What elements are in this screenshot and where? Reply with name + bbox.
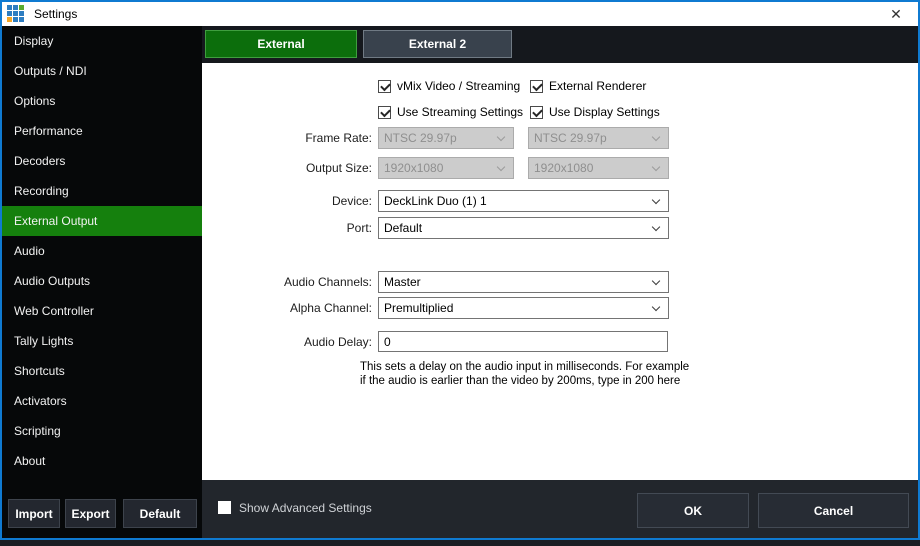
frame-rate-select-1: NTSC 29.97p <box>378 127 514 149</box>
checkbox-label: Use Display Settings <box>549 105 660 119</box>
checkbox-icon[interactable] <box>530 106 543 119</box>
port-select[interactable]: Default <box>378 217 669 239</box>
footer-bar: Show Advanced Settings OK Cancel <box>202 480 918 538</box>
sidebar-item-activators[interactable]: Activators <box>2 386 202 416</box>
checkbox-icon[interactable] <box>378 106 391 119</box>
frame-rate-label: Frame Rate: <box>202 127 372 149</box>
chevron-down-icon <box>652 133 660 141</box>
device-select[interactable]: DeckLink Duo (1) 1 <box>378 190 669 212</box>
sidebar-item-options[interactable]: Options <box>2 86 202 116</box>
checkbox-label: vMix Video / Streaming <box>397 79 520 93</box>
main-panel: External External 2 vMix Video / Streami… <box>202 26 918 538</box>
sidebar-item-recording[interactable]: Recording <box>2 176 202 206</box>
sidebar-item-web-controller[interactable]: Web Controller <box>2 296 202 326</box>
alpha-channel-label: Alpha Channel: <box>202 297 372 319</box>
frame-rate-select-2: NTSC 29.97p <box>528 127 669 149</box>
checkbox-label: Use Streaming Settings <box>397 105 523 119</box>
sidebar-item-scripting[interactable]: Scripting <box>2 416 202 446</box>
checkbox-vmix-video-streaming[interactable]: vMix Video / Streaming <box>378 79 520 93</box>
checkbox-icon[interactable] <box>530 80 543 93</box>
sidebar: Display Outputs / NDI Options Performanc… <box>2 26 202 538</box>
chevron-down-icon <box>652 303 660 311</box>
sidebar-item-performance[interactable]: Performance <box>2 116 202 146</box>
tab-external-2[interactable]: External 2 <box>363 30 512 58</box>
sidebar-buttons: Import Export Default <box>2 499 202 529</box>
chevron-down-icon <box>652 223 660 231</box>
chevron-down-icon <box>652 277 660 285</box>
audio-channels-label: Audio Channels: <box>202 271 372 293</box>
show-advanced-checkbox-icon[interactable] <box>218 501 231 514</box>
ok-button[interactable]: OK <box>637 493 749 528</box>
audio-delay-help-text: This sets a delay on the audio input in … <box>360 360 692 388</box>
sidebar-item-tally-lights[interactable]: Tally Lights <box>2 326 202 356</box>
device-value: DeckLink Duo (1) 1 <box>384 194 487 208</box>
checkbox-use-streaming-settings[interactable]: Use Streaming Settings <box>378 105 523 119</box>
checkbox-external-renderer[interactable]: External Renderer <box>530 79 646 93</box>
tab-strip: External External 2 <box>202 26 918 63</box>
show-advanced-label: Show Advanced Settings <box>239 501 372 515</box>
audio-delay-input[interactable] <box>378 331 668 352</box>
output-size-label: Output Size: <box>202 157 372 179</box>
frame-rate-value-2: NTSC 29.97p <box>534 131 607 145</box>
sidebar-item-audio-outputs[interactable]: Audio Outputs <box>2 266 202 296</box>
vmix-logo-icon <box>7 5 26 24</box>
checkbox-label: External Renderer <box>549 79 646 93</box>
tab-external[interactable]: External <box>205 30 357 58</box>
output-size-select-2: 1920x1080 <box>528 157 669 179</box>
window-title: Settings <box>34 7 77 21</box>
sidebar-item-shortcuts[interactable]: Shortcuts <box>2 356 202 386</box>
checkbox-use-display-settings[interactable]: Use Display Settings <box>530 105 660 119</box>
sidebar-item-decoders[interactable]: Decoders <box>2 146 202 176</box>
sidebar-item-outputs-ndi[interactable]: Outputs / NDI <box>2 56 202 86</box>
settings-window: Settings ✕ Display Outputs / NDI Options… <box>0 0 920 540</box>
sidebar-item-about[interactable]: About <box>2 446 202 476</box>
port-value: Default <box>384 221 422 235</box>
output-size-select-1: 1920x1080 <box>378 157 514 179</box>
cancel-button[interactable]: Cancel <box>758 493 909 528</box>
output-size-value-1: 1920x1080 <box>384 161 443 175</box>
audio-delay-label: Audio Delay: <box>202 331 372 353</box>
import-button[interactable]: Import <box>8 499 60 528</box>
sidebar-item-external-output[interactable]: External Output <box>2 206 202 236</box>
chevron-down-icon <box>652 163 660 171</box>
audio-channels-value: Master <box>384 275 421 289</box>
port-label: Port: <box>202 217 372 239</box>
titlebar: Settings ✕ <box>2 2 918 26</box>
external-output-settings: vMix Video / Streaming External Renderer… <box>202 63 918 480</box>
frame-rate-value-1: NTSC 29.97p <box>384 131 457 145</box>
alpha-channel-select[interactable]: Premultiplied <box>378 297 669 319</box>
chevron-down-icon <box>652 196 660 204</box>
device-label: Device: <box>202 190 372 212</box>
checkbox-icon[interactable] <box>378 80 391 93</box>
output-size-value-2: 1920x1080 <box>534 161 593 175</box>
chevron-down-icon <box>497 133 505 141</box>
close-icon[interactable]: ✕ <box>880 2 912 26</box>
export-button[interactable]: Export <box>65 499 116 528</box>
sidebar-item-audio[interactable]: Audio <box>2 236 202 266</box>
audio-channels-select[interactable]: Master <box>378 271 669 293</box>
default-button[interactable]: Default <box>123 499 197 528</box>
chevron-down-icon <box>497 163 505 171</box>
alpha-channel-value: Premultiplied <box>384 301 453 315</box>
sidebar-item-display[interactable]: Display <box>2 26 202 56</box>
